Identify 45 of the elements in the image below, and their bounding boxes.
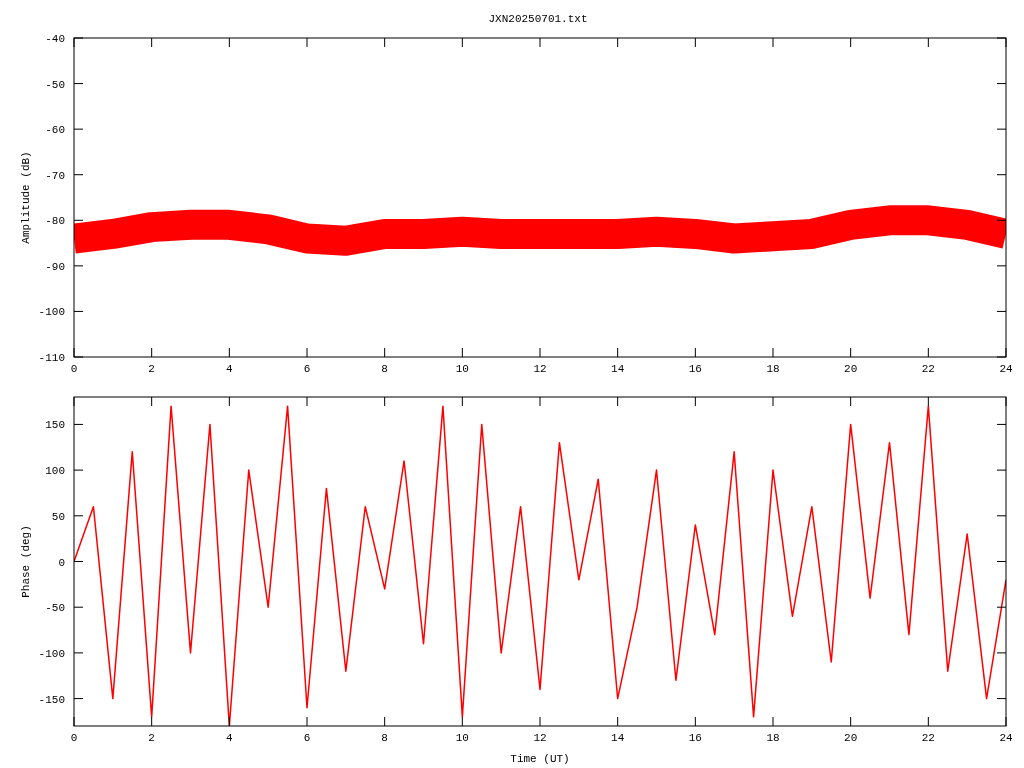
tick-label: 0: [70, 363, 78, 375]
tick-label: 8: [381, 732, 388, 744]
tick-label: 18: [766, 732, 780, 744]
tick-label: 150: [45, 419, 65, 432]
tick-label: 10: [455, 732, 469, 744]
axis-title: Time (UT): [510, 753, 570, 765]
tick-label: -90: [45, 260, 65, 273]
tick-label: 18: [766, 363, 780, 375]
tick-label: 2: [148, 363, 155, 375]
tick-label: -80: [45, 215, 65, 228]
axis-title: Phase (deg): [20, 525, 32, 598]
tick-label: 20: [844, 363, 858, 375]
tick-label: -110: [38, 352, 65, 364]
tick-label: 22: [921, 363, 935, 375]
tick-label: -70: [45, 169, 65, 182]
plot-title: JXN20250701.txt: [488, 13, 588, 25]
tick-label: 4: [226, 363, 233, 375]
tick-label: 16: [688, 363, 702, 375]
tick-label: 22: [921, 732, 935, 744]
tick-label: 0: [70, 732, 78, 744]
tick-label: -50: [45, 78, 65, 91]
tick-label: 50: [51, 510, 65, 523]
tick-label: 24: [999, 363, 1013, 375]
tick-label: 4: [226, 732, 233, 744]
axis-title: Amplitude (dB): [20, 151, 32, 244]
tick-label: -50: [45, 602, 65, 615]
tick-label: -40: [45, 33, 65, 45]
tick-label: -100: [38, 647, 65, 660]
tick-label: 8: [381, 363, 388, 375]
tick-label: 0: [58, 556, 65, 569]
tick-label: 20: [844, 732, 858, 744]
tick-label: 2: [148, 732, 155, 744]
tick-label: -60: [45, 124, 65, 137]
tick-label: -100: [38, 306, 65, 319]
tick-label: 10: [455, 363, 469, 375]
tick-label: 100: [45, 465, 65, 478]
tick-label: 6: [303, 363, 311, 375]
tick-label: 6: [303, 732, 311, 744]
tick-label: 14: [611, 363, 625, 375]
tick-label: 12: [533, 363, 547, 375]
tick-label: 14: [611, 732, 625, 744]
tick-label: 16: [688, 732, 702, 744]
tick-label: -150: [38, 693, 65, 706]
tick-label: 12: [533, 732, 547, 744]
tick-label: 24: [999, 732, 1013, 744]
